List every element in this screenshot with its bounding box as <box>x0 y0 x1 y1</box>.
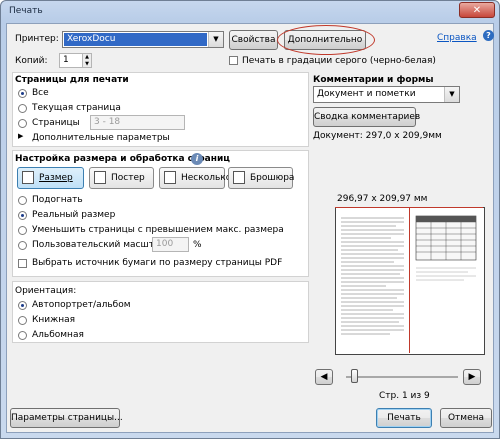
printer-select[interactable]: XeroxDocu ▼ <box>62 31 224 48</box>
help-link[interactable]: Справка <box>437 33 477 43</box>
shrink-label: Уменьшить страницы с превышением макс. р… <box>32 225 284 235</box>
orientation-portrait-radio[interactable] <box>18 316 27 325</box>
scale-field[interactable]: 100 <box>152 237 189 252</box>
pages-all-label: Все <box>32 88 49 98</box>
paper-source-label: Выбрать источник бумаги по размеру стран… <box>32 258 283 268</box>
booklet-icon <box>233 171 245 184</box>
grayscale-label: Печать в градации серого (черно-белая) <box>242 56 436 66</box>
orientation-portrait-label: Книжная <box>32 315 76 325</box>
title-bar[interactable]: Печать ✕ <box>1 1 499 23</box>
more-options-toggle[interactable]: Дополнительные параметры <box>32 133 170 143</box>
pages-heading: Страницы для печати <box>15 75 129 85</box>
properties-button[interactable]: Свойства <box>229 30 278 50</box>
grayscale-checkbox[interactable] <box>229 56 238 65</box>
chevron-left-icon: ◀ <box>320 372 328 382</box>
orientation-landscape-label: Альбомная <box>32 330 84 340</box>
pages-range-field[interactable]: 3 - 18 <box>90 115 185 130</box>
page-slider-track[interactable] <box>346 376 458 378</box>
comments-value: Документ и пометки <box>317 89 416 99</box>
print-button[interactable]: Печать <box>376 408 432 428</box>
copies-stepper[interactable]: ▲ ▼ <box>83 53 92 68</box>
fit-label: Подогнать <box>32 195 83 205</box>
print-dialog: Печать ✕ Принтер: XeroxDocu ▼ Свойства Д… <box>0 0 500 439</box>
pages-range-label: Страницы <box>32 118 80 128</box>
paper-source-checkbox[interactable] <box>18 259 27 268</box>
orientation-landscape-radio[interactable] <box>18 331 27 340</box>
document-size: Документ: 297,0 x 209,9мм <box>313 131 442 141</box>
page-size-icon <box>22 171 34 184</box>
tab-size[interactable]: Размер <box>17 167 84 189</box>
comments-heading: Комментарии и формы <box>313 75 434 85</box>
page-slider-thumb[interactable] <box>351 369 359 383</box>
fit-radio[interactable] <box>18 196 27 205</box>
dialog-body: Принтер: XeroxDocu ▼ Свойства Дополнител… <box>6 23 494 433</box>
actual-size-radio[interactable] <box>18 211 27 220</box>
custom-scale-label: Пользовательский масштаб: <box>32 240 169 250</box>
expand-triangle-icon[interactable]: ▶ <box>18 132 23 140</box>
pages-range-radio[interactable] <box>18 119 27 128</box>
next-page-button[interactable]: ▶ <box>463 369 481 385</box>
pages-current-label: Текущая страница <box>32 103 121 113</box>
tab-multiple[interactable]: Несколько <box>159 167 231 189</box>
multiple-pages-icon <box>164 171 176 184</box>
tab-booklet[interactable]: Брошюра <box>228 167 294 189</box>
poster-icon <box>94 171 106 184</box>
info-icon[interactable]: i <box>191 153 203 165</box>
help-icon[interactable]: ? <box>483 30 494 41</box>
printer-label: Принтер: <box>15 34 59 44</box>
page-setup-button[interactable]: Параметры страницы... <box>10 408 123 428</box>
preview-sheet <box>335 207 485 355</box>
orientation-auto-radio[interactable] <box>18 301 27 310</box>
cancel-button[interactable]: Отмена <box>440 408 492 428</box>
sheet-size-label: 296,97 x 209,97 мм <box>337 194 428 204</box>
pages-current-radio[interactable] <box>18 104 27 113</box>
comments-summary-button[interactable]: Сводка комментариев <box>313 107 420 127</box>
close-icon[interactable]: ✕ <box>459 2 495 18</box>
scale-unit: % <box>193 240 202 250</box>
prev-page-button[interactable]: ◀ <box>315 369 333 385</box>
chevron-down-icon: ▼ <box>208 32 223 47</box>
custom-scale-radio[interactable] <box>18 241 27 250</box>
window-title: Печать <box>9 6 43 16</box>
actual-size-label: Реальный размер <box>32 210 116 220</box>
highlight-ellipse <box>277 25 375 55</box>
tab-poster[interactable]: Постер <box>89 167 154 189</box>
preview-content-graphic <box>341 215 477 335</box>
orientation-auto-label: Автопортрет/альбом <box>32 300 131 310</box>
printer-value: XeroxDocu <box>64 33 207 46</box>
copies-field[interactable]: 1 <box>59 53 83 68</box>
chevron-down-icon: ▼ <box>444 87 459 102</box>
page-indicator: Стр. 1 из 9 <box>379 391 430 401</box>
copies-label: Копий: <box>15 56 48 66</box>
pages-all-radio[interactable] <box>18 89 27 98</box>
shrink-radio[interactable] <box>18 226 27 235</box>
orientation-heading: Ориентация: <box>15 286 77 296</box>
chevron-right-icon: ▶ <box>468 372 476 382</box>
comments-select[interactable]: Документ и пометки ▼ <box>313 86 460 103</box>
